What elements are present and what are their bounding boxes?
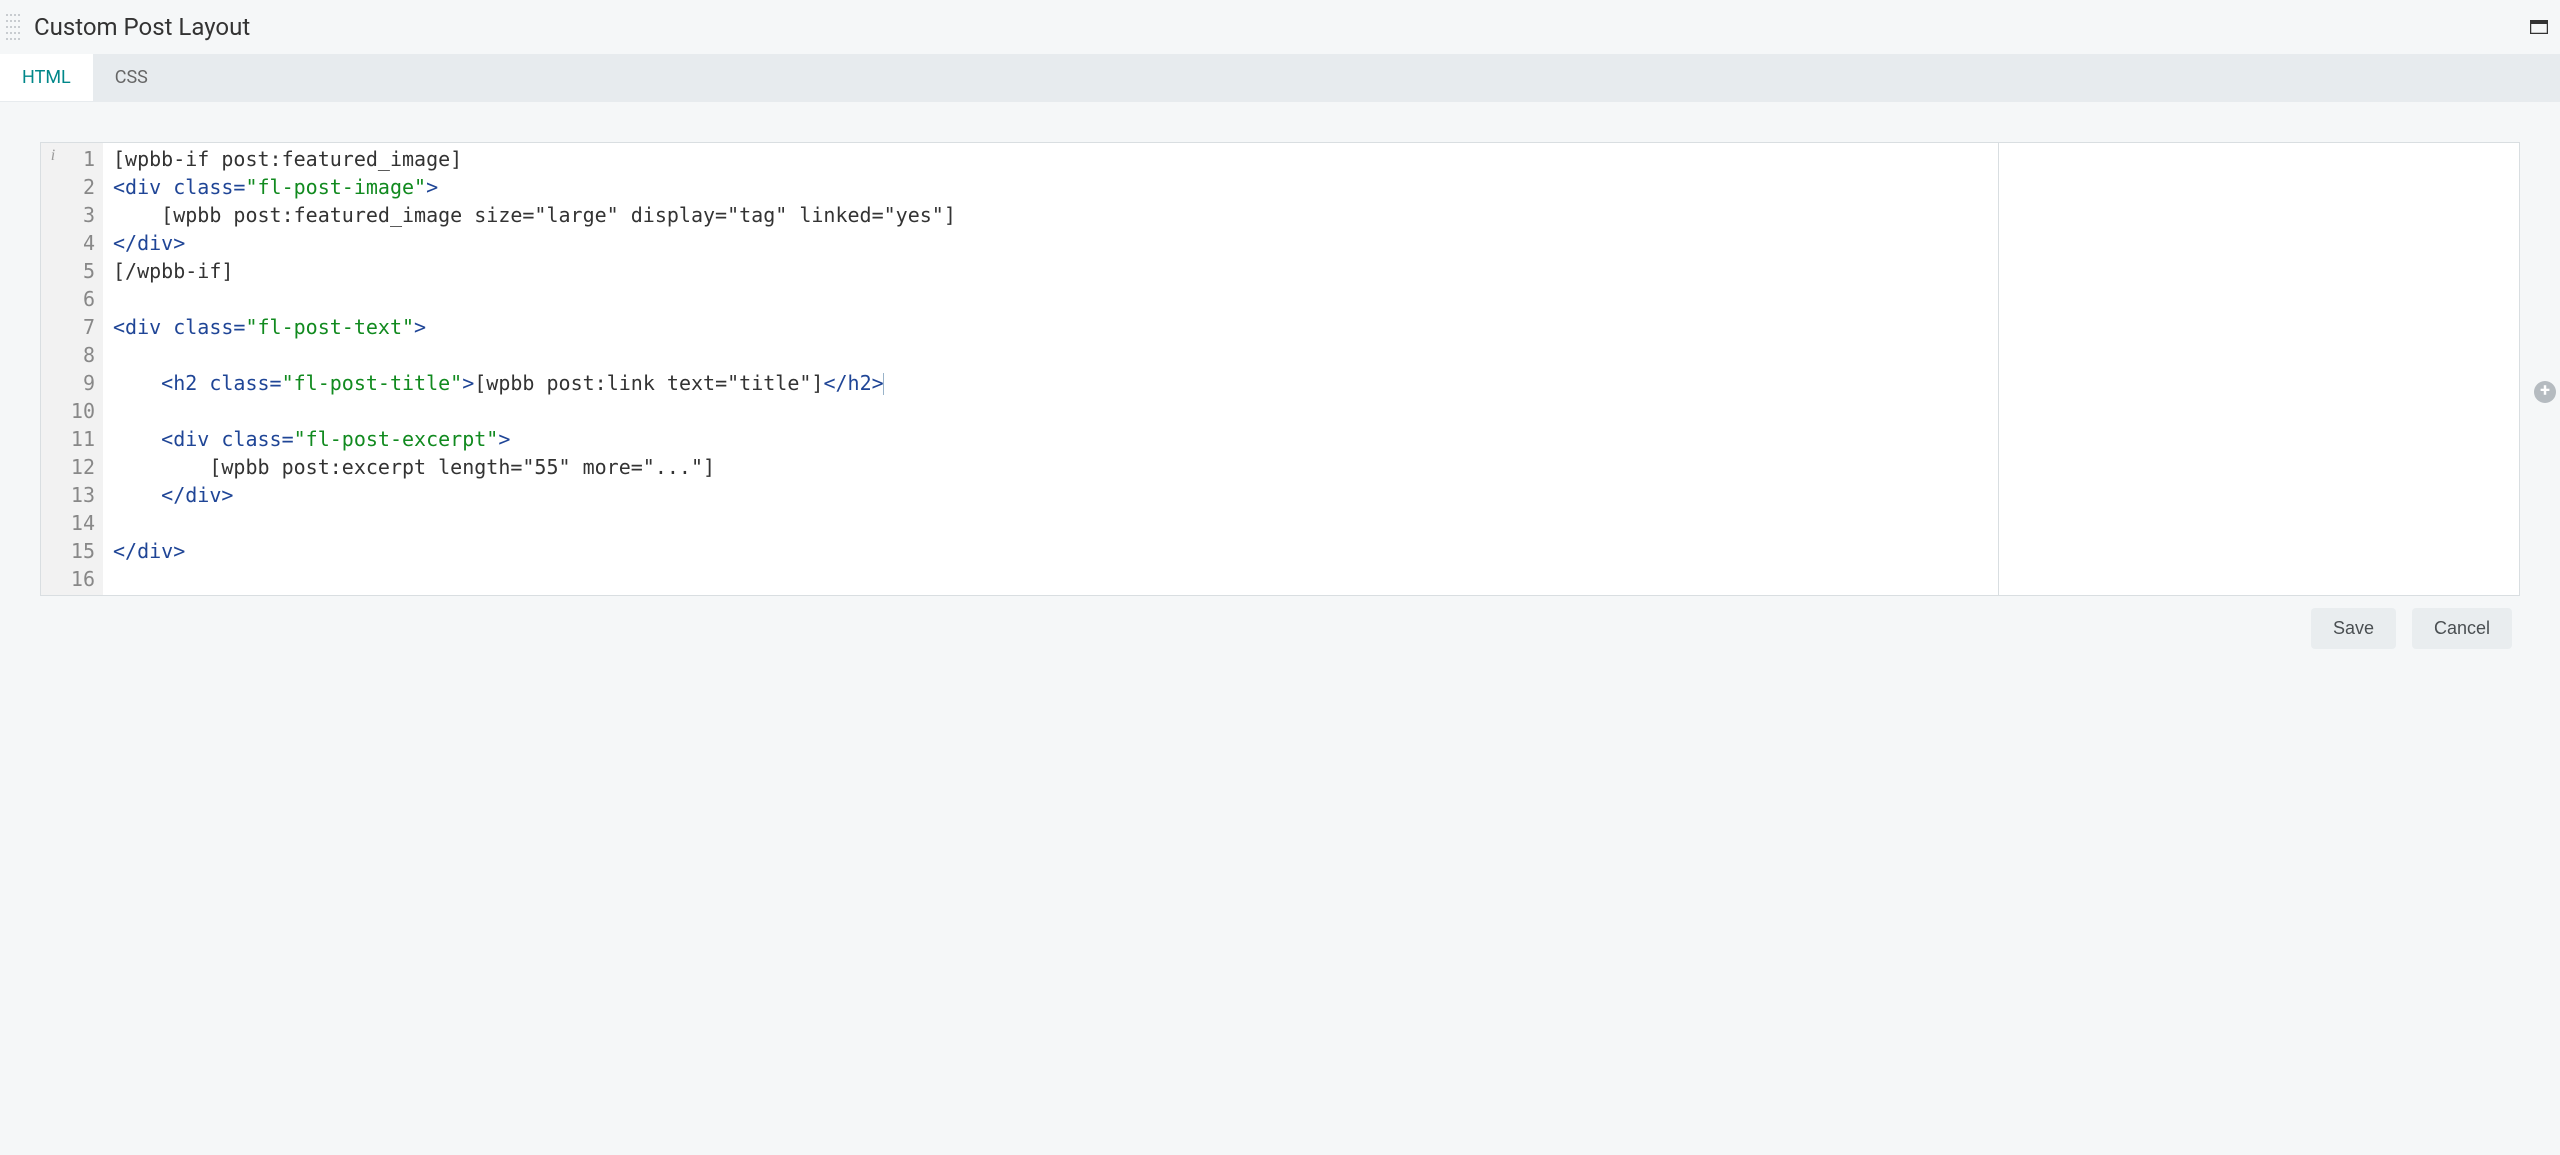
expand-window-icon[interactable] bbox=[2530, 20, 2548, 34]
tabs: HTML CSS bbox=[0, 54, 2560, 102]
line-number: 16 bbox=[69, 565, 95, 593]
line-number: 8 bbox=[69, 341, 95, 369]
line-number: 3 bbox=[69, 201, 95, 229]
cancel-button[interactable]: Cancel bbox=[2412, 608, 2512, 649]
code-line[interactable]: <h2 class="fl-post-title">[wpbb post:lin… bbox=[113, 369, 1990, 397]
tab-html[interactable]: HTML bbox=[0, 54, 93, 101]
drag-handle-icon[interactable] bbox=[0, 8, 28, 46]
code-line[interactable] bbox=[113, 285, 1990, 313]
line-number: 5 bbox=[69, 257, 95, 285]
code-editor: i 12345678910111213141516 [wpbb-if post:… bbox=[40, 142, 2520, 596]
line-number: 15 bbox=[69, 537, 95, 565]
code-line[interactable]: [/wpbb-if] bbox=[113, 257, 1990, 285]
code-line[interactable]: <div class="fl-post-text"> bbox=[113, 313, 1990, 341]
code-line[interactable] bbox=[113, 397, 1990, 425]
info-icon: i bbox=[51, 147, 55, 165]
line-number: 13 bbox=[69, 481, 95, 509]
tab-css[interactable]: CSS bbox=[93, 54, 170, 101]
gutter-info: i bbox=[41, 143, 65, 595]
code-line[interactable]: [wpbb-if post:featured_image] bbox=[113, 145, 1990, 173]
footer-actions: Save Cancel bbox=[40, 596, 2520, 653]
save-button[interactable]: Save bbox=[2311, 608, 2396, 649]
code-line[interactable] bbox=[113, 565, 1990, 593]
settings-panel: Custom Post Layout HTML CSS i 1234567891… bbox=[0, 0, 2560, 681]
code-input[interactable]: [wpbb-if post:featured_image]<div class=… bbox=[103, 143, 1998, 595]
text-cursor bbox=[883, 373, 884, 395]
line-number-gutter: 12345678910111213141516 bbox=[65, 143, 103, 595]
code-line[interactable]: [wpbb post:excerpt length="55" more="...… bbox=[113, 453, 1990, 481]
line-number: 2 bbox=[69, 173, 95, 201]
code-line[interactable]: <div class="fl-post-image"> bbox=[113, 173, 1990, 201]
panel-title: Custom Post Layout bbox=[28, 13, 250, 41]
line-number: 7 bbox=[69, 313, 95, 341]
panel-header: Custom Post Layout bbox=[0, 0, 2560, 54]
line-number: 14 bbox=[69, 509, 95, 537]
line-number: 10 bbox=[69, 397, 95, 425]
code-line[interactable]: </div> bbox=[113, 229, 1990, 257]
line-number: 1 bbox=[69, 145, 95, 173]
code-line[interactable]: [wpbb post:featured_image size="large" d… bbox=[113, 201, 1990, 229]
line-number: 6 bbox=[69, 285, 95, 313]
code-line[interactable] bbox=[113, 341, 1990, 369]
editor-wrap: i 12345678910111213141516 [wpbb-if post:… bbox=[0, 102, 2560, 681]
line-number: 12 bbox=[69, 453, 95, 481]
code-line[interactable] bbox=[113, 509, 1990, 537]
code-line[interactable]: <div class="fl-post-excerpt"> bbox=[113, 425, 1990, 453]
line-number: 11 bbox=[69, 425, 95, 453]
add-module-button[interactable] bbox=[2534, 381, 2556, 403]
code-line[interactable]: </div> bbox=[113, 537, 1990, 565]
line-number: 4 bbox=[69, 229, 95, 257]
code-line[interactable]: </div> bbox=[113, 481, 1990, 509]
line-number: 9 bbox=[69, 369, 95, 397]
code-area: i 12345678910111213141516 [wpbb-if post:… bbox=[41, 143, 1999, 595]
preview-pane bbox=[1999, 143, 2519, 595]
